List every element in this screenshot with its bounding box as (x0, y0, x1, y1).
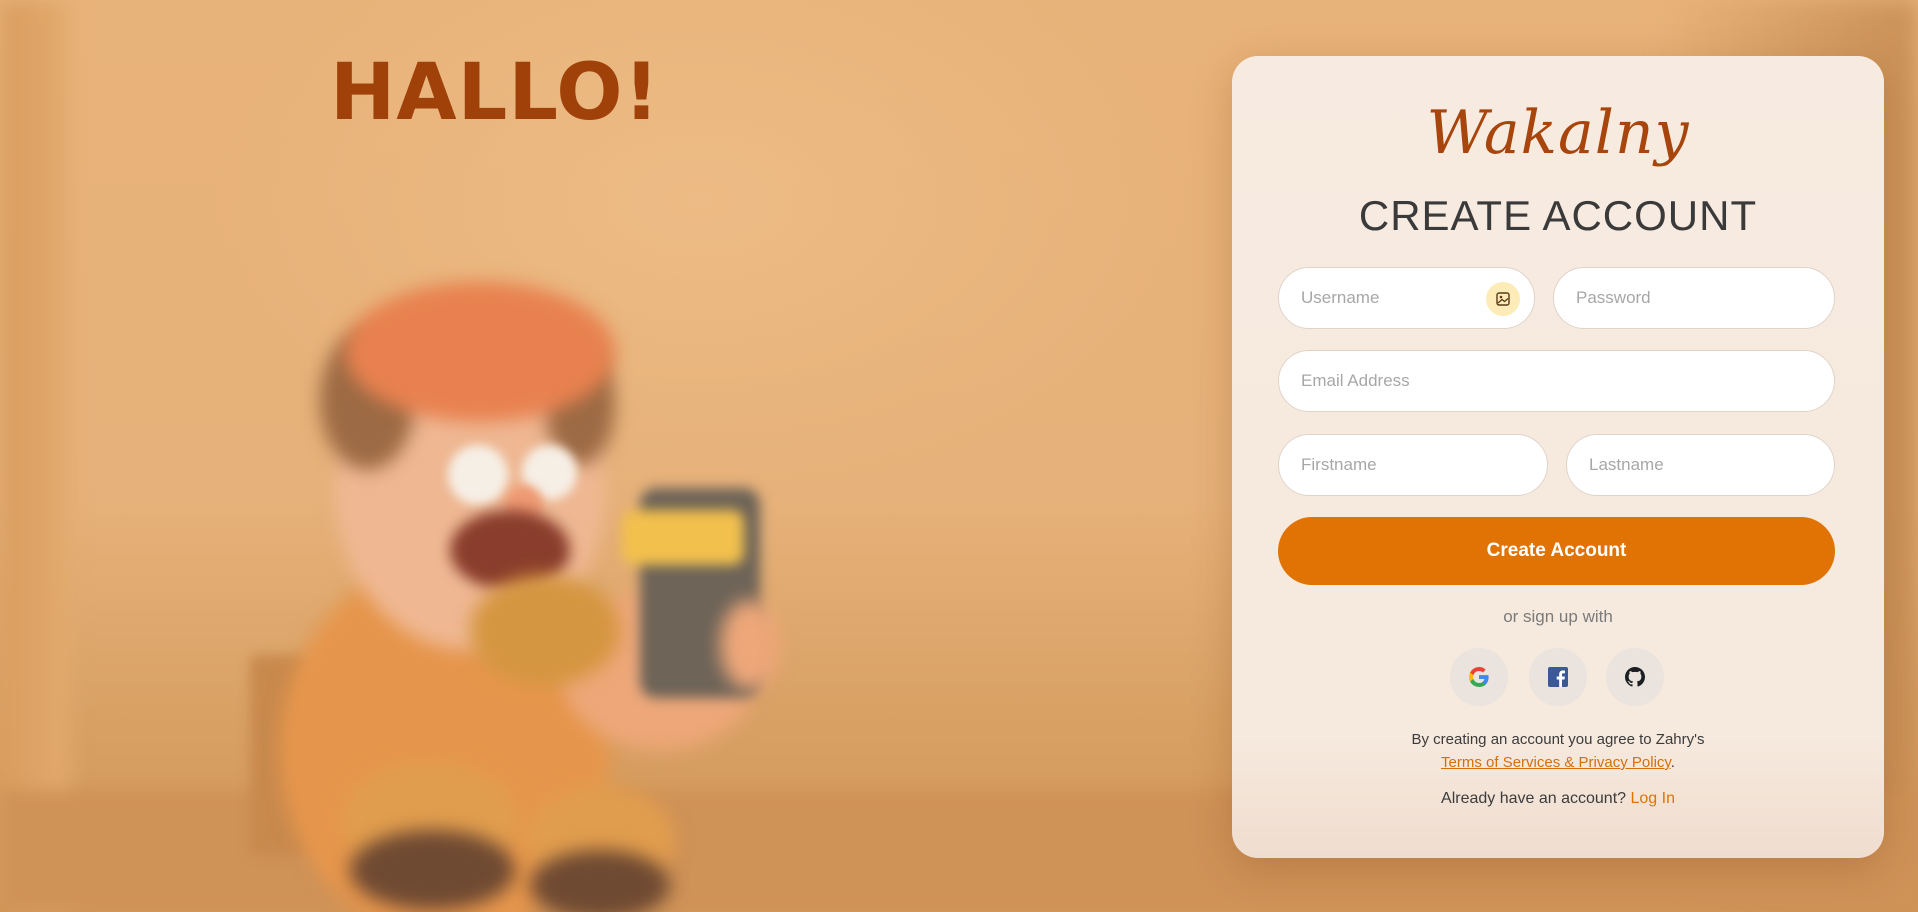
google-icon (1468, 666, 1489, 687)
github-signup-button[interactable] (1606, 648, 1664, 706)
lastname-field[interactable]: Lastname (1566, 434, 1835, 496)
firstname-placeholder: Firstname (1301, 455, 1377, 474)
login-link[interactable]: Log In (1630, 790, 1674, 807)
login-prompt: Already have an account? (1441, 790, 1627, 807)
hero-greeting: HALLO! (330, 48, 661, 138)
email-placeholder: Email Address (1301, 371, 1410, 390)
firstname-field[interactable]: Firstname (1278, 434, 1548, 496)
terms-notice: By creating an account you agree to Zahr… (1232, 728, 1884, 774)
github-icon (1624, 667, 1645, 687)
login-prompt-row: Already have an account? Log In (1232, 790, 1884, 808)
username-field[interactable]: Username (1278, 267, 1535, 329)
terms-suffix: . (1670, 754, 1675, 771)
username-placeholder: Username (1301, 288, 1380, 307)
password-field[interactable]: Password (1553, 267, 1835, 329)
social-divider-text: or sign up with (1503, 607, 1613, 626)
signup-card: Wakalny CREATE ACCOUNT Username Password… (1232, 56, 1884, 858)
create-account-button[interactable]: Create Account (1278, 517, 1835, 585)
lastname-placeholder: Lastname (1589, 455, 1664, 474)
facebook-signup-button[interactable] (1529, 648, 1587, 706)
facebook-icon (1548, 667, 1568, 687)
password-placeholder: Password (1576, 288, 1651, 307)
email-field[interactable]: Email Address (1278, 350, 1835, 412)
image-upload-icon[interactable] (1486, 282, 1520, 316)
terms-prefix: By creating an account you agree to Zahr… (1411, 731, 1705, 748)
brand-logo: Wakalny (1426, 98, 1690, 168)
terms-link[interactable]: Terms of Services & Privacy Policy (1441, 754, 1671, 771)
form-title: CREATE ACCOUNT (1358, 192, 1758, 239)
google-signup-button[interactable] (1450, 648, 1508, 706)
